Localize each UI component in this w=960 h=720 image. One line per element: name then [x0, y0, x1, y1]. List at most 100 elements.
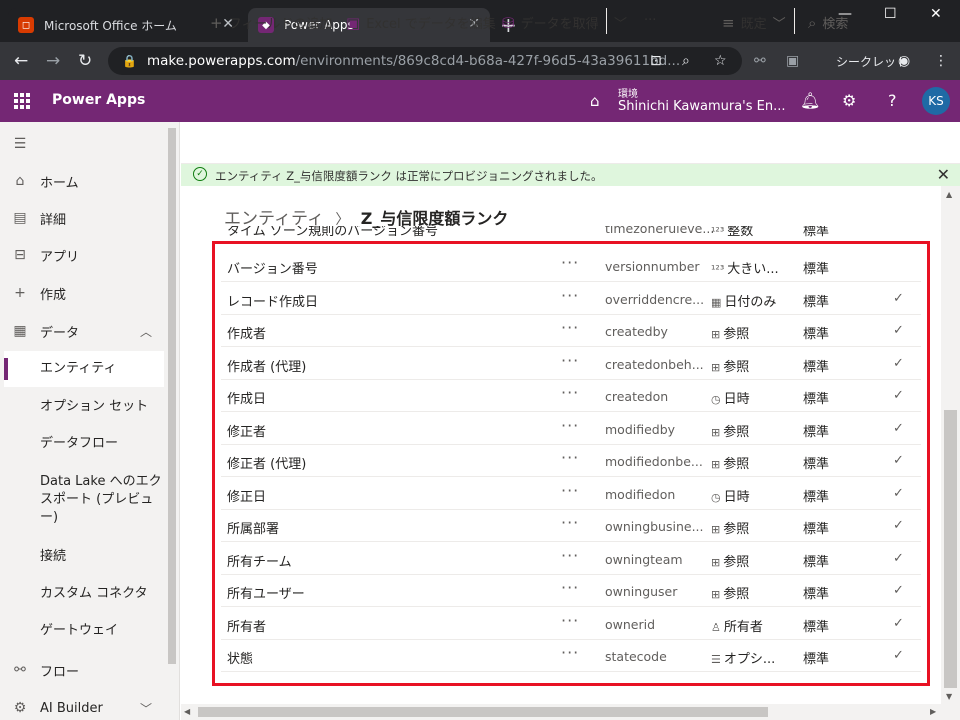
table-row[interactable]: 所属部署 ··· owningbusine... ⊞ 参照 標準 ✓ [221, 510, 921, 542]
row-more-button[interactable]: ··· [561, 253, 579, 272]
check-icon: ✓ [893, 290, 904, 306]
back-arrow-icon[interactable]: ← [14, 51, 28, 71]
field-type: ☰ オプシ... [711, 652, 776, 667]
row-more-button[interactable]: ··· [561, 448, 579, 467]
row-more-button[interactable]: ··· [561, 351, 579, 370]
environment-icon: ⌂ [590, 92, 600, 110]
nav-item-learn[interactable]: ▤ 詳細 [0, 207, 164, 229]
more-commands-button[interactable]: ··· [644, 13, 656, 28]
nav-item-flows[interactable]: ⚯ フロー [0, 659, 164, 681]
table-row[interactable]: バージョン番号 ··· versionnumber ¹²³ 大きい... 標準 [221, 250, 921, 282]
chevron-down-icon[interactable]: ﹀ [140, 700, 152, 717]
nav-sub-connections[interactable]: 接続 [40, 548, 164, 566]
nav-sub-dataflows[interactable]: データフロー [40, 435, 164, 453]
number-icon: ¹²³ [711, 226, 725, 238]
plus-icon: + [14, 285, 26, 301]
nav-scroll-thumb[interactable] [168, 128, 176, 664]
browser-tab-office[interactable]: ◻ Microsoft Office ホーム ✕ [8, 8, 244, 42]
table-row[interactable]: 作成日 ··· createdon ◷ 日時 標準 ✓ [221, 380, 921, 412]
scroll-up-icon[interactable]: ▲ [946, 190, 952, 199]
table-row[interactable]: 作成者 ··· createdby ⊞ 参照 標準 ✓ [221, 315, 921, 347]
browser-menu-icon[interactable]: ⋮ [934, 53, 948, 69]
field-type: ⊞ 参照 [711, 359, 750, 375]
vertical-scroll-thumb[interactable] [944, 410, 957, 688]
optionset-icon: ☰ [711, 653, 721, 666]
scroll-left-icon[interactable]: ◀ [184, 707, 190, 716]
notification-bell-icon[interactable]: 🔔︎ [800, 91, 820, 110]
nav-sub-entities[interactable]: エンティティ [40, 360, 164, 378]
table-row[interactable]: 所有者 ··· ownerid ♙ 所有者 標準 ✓ [221, 608, 921, 640]
table-row[interactable]: 所有チーム ··· owningteam ⊞ 参照 標準 ✓ [221, 543, 921, 575]
lookup-icon: ⊞ [711, 555, 721, 569]
field-system-name: overriddencre... [605, 291, 705, 307]
horizontal-scroll-thumb[interactable] [198, 707, 768, 717]
maximize-icon[interactable]: ☐ [884, 6, 897, 22]
field-system-name: versionnumber [605, 259, 700, 274]
nav-sub-datalake[interactable]: Data Lake へのエクスポート (プレビュー) [40, 473, 164, 527]
row-more-button[interactable]: ··· [561, 416, 579, 435]
search-box[interactable]: ⌕ 検索 [808, 13, 848, 32]
app-title[interactable]: Power Apps [52, 92, 145, 108]
row-more-button[interactable]: ··· [561, 318, 579, 337]
url-field[interactable]: 🔒 make.powerapps.com /environments/869c8… [108, 47, 742, 75]
window-close-icon[interactable]: ✕ [930, 6, 942, 22]
nav-item-create[interactable]: + 作成 [0, 282, 164, 304]
table-row[interactable]: タイム ゾーン規則のバージョン番号 ··· timezoneruleve... … [221, 226, 921, 244]
nav-sub-custom-connectors[interactable]: カスタム コネクタ [40, 585, 164, 603]
avatar[interactable]: KS [922, 87, 950, 115]
database-icon: ⛁ [502, 14, 515, 32]
reload-icon[interactable]: ↻ [78, 51, 92, 71]
scroll-right-icon[interactable]: ▶ [930, 707, 936, 716]
field-category: 標準 [803, 587, 830, 602]
forward-arrow-icon[interactable]: → [46, 51, 60, 71]
field-display-name: 所有チーム [227, 554, 292, 570]
nav-item-home[interactable]: ⌂ ホーム [0, 170, 164, 192]
table-row[interactable]: 状態 ··· statecode ☰ オプシ... 標準 ✓ [221, 640, 921, 672]
extension-icon[interactable]: ▣ [786, 53, 799, 69]
check-icon: ✓ [893, 583, 904, 598]
row-more-button[interactable]: ··· [561, 611, 579, 630]
environment-name[interactable]: Shinichi Kawamura's En... [618, 99, 786, 114]
row-more-button[interactable]: ··· [561, 643, 579, 662]
nav-sub-optionsets[interactable]: オプション セット [40, 398, 164, 416]
table-row[interactable]: 作成者 (代理) ··· createdonbeh... ⊞ 参照 標準 ✓ [221, 348, 921, 380]
zoom-icon[interactable]: ⌕ [682, 53, 690, 69]
table-row[interactable]: 修正者 (代理) ··· modifiedonbe... ⊞ 参照 標準 ✓ [221, 445, 921, 477]
check-icon: ✓ [893, 323, 904, 338]
chevron-down-icon[interactable]: ﹀ [614, 13, 627, 32]
row-more-button[interactable]: ··· [561, 481, 579, 500]
row-more-button[interactable]: ··· [561, 513, 579, 532]
field-system-name: timezoneruleve... [605, 226, 715, 236]
field-category: 標準 [803, 619, 830, 635]
row-more-button[interactable]: ··· [561, 578, 579, 597]
nav-sub-gateways[interactable]: ゲートウェイ [40, 622, 164, 640]
extension-icon[interactable]: ⚯ [754, 53, 766, 69]
settings-gear-icon[interactable]: ⚙ [842, 91, 856, 110]
close-icon[interactable]: ✕ [937, 165, 950, 184]
hamburger-icon[interactable]: ☰ [0, 134, 164, 154]
scroll-down-icon[interactable]: ▼ [946, 692, 952, 701]
chevron-up-icon[interactable]: ︿ [140, 323, 152, 340]
row-more-button[interactable]: ··· [561, 226, 579, 234]
calendar-icon: ▦ [711, 295, 722, 309]
nav-item-apps[interactable]: ⊟ アプリ [0, 244, 164, 266]
get-data-button[interactable]: ⛁ データを取得 [502, 13, 599, 32]
row-more-button[interactable]: ··· [561, 383, 579, 402]
table-row[interactable]: レコード作成日 ··· overriddencre... ▦ 日付のみ 標準 ✓ [221, 283, 921, 315]
add-field-button[interactable]: + フィールドの追加 [210, 13, 332, 32]
check-icon: ✓ [893, 615, 904, 631]
edit-in-excel-button[interactable]: ▣ Excel でデータを編集 [346, 13, 496, 32]
bookmark-star-icon[interactable]: ☆ [714, 53, 727, 69]
translate-icon[interactable]: ⊡ [650, 53, 662, 69]
row-more-button[interactable]: ··· [561, 546, 579, 565]
incognito-icon[interactable]: ◉ [898, 53, 910, 69]
table-row[interactable]: 修正者 ··· modifiedby ⊞ 参照 標準 ✓ [221, 413, 921, 445]
view-selector[interactable]: ≡ 既定 ﹀ [722, 13, 786, 32]
row-more-button[interactable]: ··· [561, 286, 579, 305]
table-row[interactable]: 所有ユーザー ··· owninguser ⊞ 参照 標準 ✓ [221, 575, 921, 607]
field-system-name: modifiedby [605, 421, 676, 437]
help-icon[interactable]: ? [888, 91, 897, 110]
table-row[interactable]: 修正日 ··· modifiedon ◷ 日時 標準 ✓ [221, 478, 921, 510]
app-launcher-icon[interactable] [14, 93, 30, 109]
banner-message: エンティティ Z_与信限度額ランク は正常にプロビジョニングされました。 [215, 169, 603, 183]
